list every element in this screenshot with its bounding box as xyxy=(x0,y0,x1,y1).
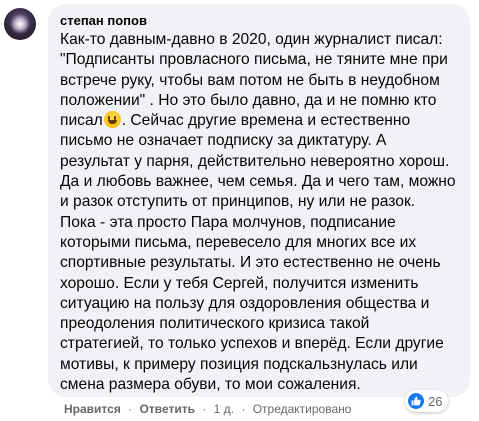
comment-text-line: "Подписанты провласного письма, не тянит… xyxy=(60,51,448,69)
like-button[interactable]: Нравится xyxy=(64,402,121,416)
separator-dot: · xyxy=(202,402,207,416)
comment-text-line: Как-то давным-давно в 2020, один журнали… xyxy=(60,31,443,48)
thumbs-up-icon xyxy=(408,393,424,409)
comment-text-line: письмо не означает подписку за диктатуру… xyxy=(60,132,387,150)
comment-timestamp[interactable]: 1 д. xyxy=(214,402,234,416)
reactions-badge[interactable]: 26 xyxy=(405,390,449,412)
comment-text-line: и разок отступить от принципов, ну или н… xyxy=(60,193,416,211)
comment-text-line: Пока - эта просто Пара молчунов, подписа… xyxy=(60,213,396,231)
separator-dot: · xyxy=(241,402,246,416)
comment-text-line: результат у парня, действительно невероя… xyxy=(60,152,450,170)
edited-label: Отредактировано xyxy=(252,402,352,416)
comment-text-line: которыми письма, перевесело для многих в… xyxy=(60,233,417,251)
comment-text-line: мотивы, к примеру позиция подскальзнулас… xyxy=(60,355,418,373)
comment-text-fragment: . Сейчас другие времена и естественно xyxy=(121,112,411,130)
avatar[interactable] xyxy=(4,8,36,40)
comment-text-line: ситуацию на пользу для оздоровления обще… xyxy=(60,294,430,312)
comment-text-line: хорошо. Если у тебя Сергей, получится из… xyxy=(60,274,419,292)
comment-text-line: смена размера обуви, то мои сожаления. xyxy=(60,376,361,394)
reaction-count: 26 xyxy=(428,393,443,409)
reply-button[interactable]: Ответить xyxy=(140,402,195,416)
comment-text-fragment: писал xyxy=(60,112,103,130)
comment-text-line: встрече руку, чтобы вам потом не быть в … xyxy=(60,71,440,89)
comment-author[interactable]: степан попов xyxy=(60,12,458,30)
comment-text-line: стратегией, то только успехов и вперёд. … xyxy=(60,335,444,353)
comment-actions: Нравится · Ответить · 1 д. · Отредактиро… xyxy=(64,401,351,417)
comment-text-line: спортивные результаты. И это естественно… xyxy=(60,254,441,272)
comment-text-line: писал . Сейчас другие времена и естествен… xyxy=(60,111,458,131)
comment-text-line: преодоления политического кризиса такой xyxy=(60,315,370,333)
comment-bubble: степан попов Как-то давным-давно в 2020,… xyxy=(48,4,470,397)
comment-text-line: положении" . Но это было давно, да и не … xyxy=(60,91,437,109)
separator-dot: · xyxy=(128,402,133,416)
comment-text-line: Да и любовь важнее, чем семья. Да и чего… xyxy=(60,173,456,191)
grinning-face-emoji-icon xyxy=(103,111,121,129)
